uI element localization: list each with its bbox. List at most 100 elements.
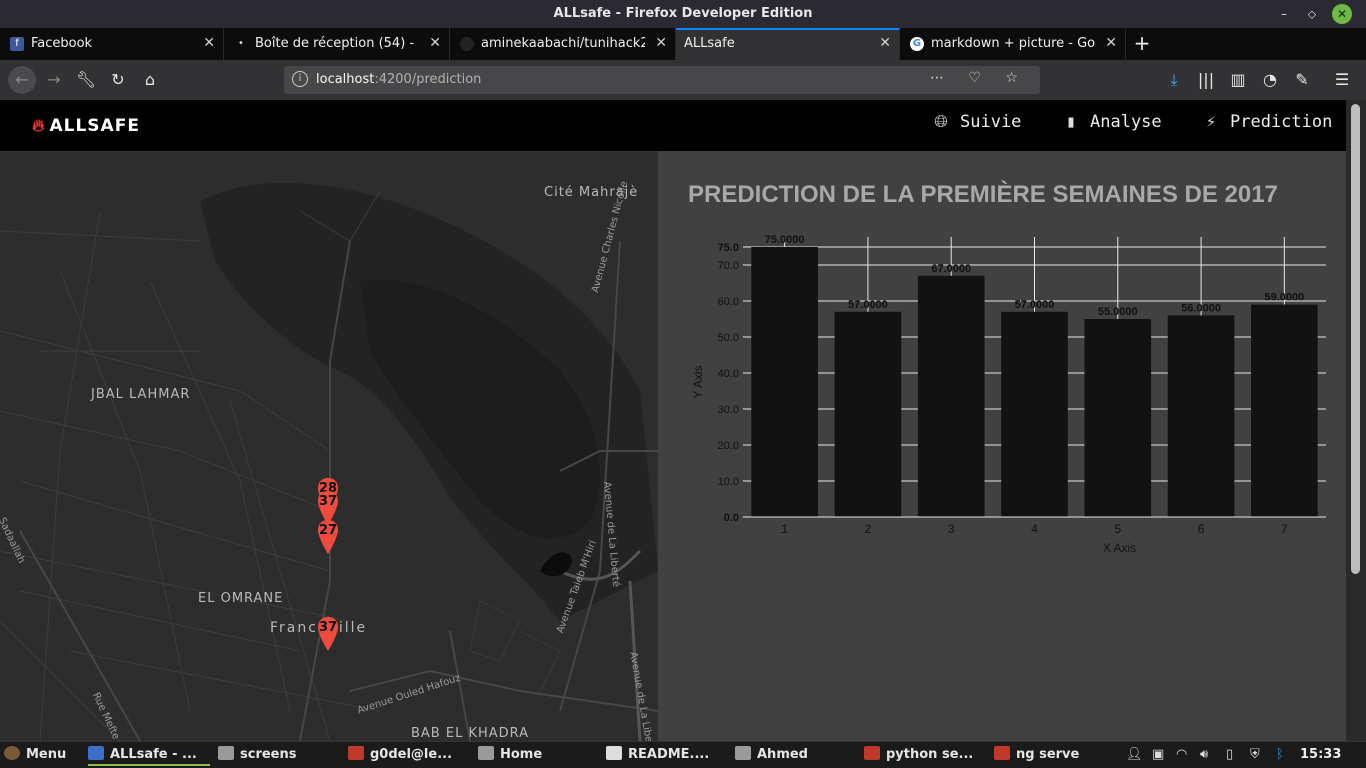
- globe-icon: 🌐︎: [934, 112, 948, 132]
- nav-suivie[interactable]: 🌐︎ Suivie: [930, 112, 1021, 140]
- tab-close-icon[interactable]: ✕: [429, 35, 441, 51]
- prediction-panel: PREDICTION DE LA PREMIÈRE SEMAINES DE 20…: [658, 151, 1346, 741]
- library-icon[interactable]: |||: [1194, 68, 1218, 92]
- bolt-icon: ⚡︎: [1205, 112, 1217, 132]
- chart-bar: [917, 275, 985, 517]
- pen-icon[interactable]: ✎: [1290, 68, 1314, 92]
- tab-close-icon[interactable]: ✕: [879, 35, 891, 51]
- restore-icon[interactable]: ⬦: [1302, 4, 1322, 24]
- close-icon[interactable]: ✕: [1332, 4, 1352, 24]
- info-icon[interactable]: i: [292, 71, 308, 87]
- page-actions-icons[interactable]: ⋯ ♡ ☆: [930, 70, 1028, 86]
- y-tick-label: 0.0: [724, 512, 739, 524]
- folder-icon: [478, 746, 494, 760]
- github-icon: [460, 37, 474, 51]
- map-marker[interactable]: 27: [317, 519, 339, 555]
- tab-label: Facebook: [31, 36, 93, 51]
- nav-prediction[interactable]: ⚡︎ Prediction: [1200, 112, 1332, 140]
- y-tick-label: 50.0: [718, 332, 739, 344]
- chart-bar: [1167, 315, 1235, 517]
- place-label: BAB EL KHADRA: [411, 726, 530, 741]
- tab-inbox[interactable]: • Boîte de réception (54) - amin ✕: [224, 28, 450, 60]
- y-tick-label: 75.0: [718, 242, 739, 254]
- scrollbar-thumb[interactable]: [1351, 104, 1360, 574]
- battery-icon[interactable]: ▯: [1226, 747, 1233, 762]
- terminal-icon: [348, 746, 364, 760]
- terminal-icon: [864, 746, 880, 760]
- x-tick-label: 6: [1198, 522, 1205, 536]
- chart-title: PREDICTION DE LA PREMIÈRE SEMAINES DE 20…: [688, 181, 1278, 208]
- tab-label: ALLsafe: [684, 36, 735, 51]
- taskbar-item[interactable]: README....: [606, 746, 709, 766]
- window-titlebar: ALLsafe - Firefox Developer Edition – ⬦ …: [0, 0, 1366, 28]
- start-menu-button[interactable]: Menu: [4, 746, 66, 766]
- color-picker-icon[interactable]: ◔: [1258, 68, 1282, 92]
- clipboard-icon[interactable]: ▣: [1152, 747, 1164, 762]
- terminal-icon: [994, 746, 1010, 760]
- sidebar-icon[interactable]: ▥: [1226, 68, 1250, 92]
- tab-google[interactable]: G markdown + picture - Google ✕: [900, 28, 1126, 60]
- taskbar-item[interactable]: g0del@le...: [348, 746, 452, 766]
- taskbar-item[interactable]: screens: [218, 746, 296, 766]
- bluetooth-icon[interactable]: ᛒ: [1276, 747, 1284, 762]
- place-label: JBAL LAHMAR: [91, 387, 191, 402]
- bar-data-label: 57.0000: [1015, 299, 1055, 311]
- taskbar-item[interactable]: python se...: [864, 746, 973, 766]
- y-axis-label: Y Axis: [691, 365, 705, 398]
- url-bar[interactable]: i localhost:4200/prediction ⋯ ♡ ☆: [284, 66, 1040, 94]
- shield-icon[interactable]: ⛨: [1250, 747, 1260, 762]
- window-title: ALLsafe - Firefox Developer Edition: [553, 6, 813, 21]
- chart-bar: [1001, 311, 1068, 517]
- user-icon[interactable]: 👤︎: [1126, 747, 1143, 762]
- map-marker[interactable]: 37: [317, 616, 339, 652]
- wifi-icon[interactable]: ◠: [1176, 747, 1187, 762]
- bar-data-label: 56.0000: [1181, 302, 1221, 314]
- page-scrollbar[interactable]: [1346, 100, 1366, 741]
- forward-icon[interactable]: →: [42, 68, 66, 92]
- tab-close-icon[interactable]: ✕: [655, 35, 667, 51]
- x-tick-label: 7: [1281, 522, 1288, 536]
- x-tick-label: 3: [948, 522, 955, 536]
- bar-data-label: 57.0000: [848, 299, 888, 311]
- allsafe-logo[interactable]: 🔥︎ ALLSAFE: [32, 116, 140, 136]
- bar-data-label: 67.0000: [931, 263, 971, 275]
- y-tick-label: 30.0: [718, 404, 739, 416]
- tab-close-icon[interactable]: ✕: [203, 35, 215, 51]
- taskbar-item[interactable]: Home: [478, 746, 542, 766]
- tab-strip: f Facebook ✕ • Boîte de réception (54) -…: [0, 28, 1366, 60]
- reload-icon[interactable]: ↻: [106, 68, 130, 92]
- y-tick-label: 60.0: [718, 296, 739, 308]
- map-view[interactable]: Cité Mahrajè JBAL LAHMAR EL OMRANE Franc…: [0, 151, 658, 741]
- x-tick-label: 2: [865, 522, 872, 536]
- tab-allsafe[interactable]: ALLsafe ✕: [676, 28, 900, 60]
- chart-bar: [1251, 304, 1318, 517]
- flame-icon: 🔥︎: [32, 116, 46, 136]
- back-icon[interactable]: ←: [8, 66, 36, 94]
- tab-label: markdown + picture - Google: [931, 36, 1095, 51]
- firefox-icon: [88, 746, 104, 760]
- minimize-icon[interactable]: –: [1274, 4, 1294, 24]
- hamburger-menu-icon[interactable]: ☰: [1330, 68, 1354, 92]
- skull-icon: [4, 746, 20, 760]
- mail-dot-icon: •: [238, 38, 244, 49]
- nav-analyse[interactable]: ▮ Analyse: [1060, 112, 1162, 140]
- y-tick-label: 20.0: [718, 440, 739, 452]
- tab-close-icon[interactable]: ✕: [1105, 35, 1117, 51]
- folder-icon: [218, 746, 234, 760]
- google-icon: G: [910, 37, 924, 51]
- tab-facebook[interactable]: f Facebook ✕: [0, 28, 224, 60]
- tab-label: Boîte de réception (54) - amin: [255, 36, 419, 51]
- home-icon[interactable]: ⌂: [138, 68, 162, 92]
- taskbar-item[interactable]: Ahmed: [735, 746, 808, 766]
- volume-icon[interactable]: 🔊︎: [1200, 747, 1208, 762]
- taskbar-item[interactable]: ng serve: [994, 746, 1079, 766]
- wrench-icon[interactable]: 🔧︎: [74, 68, 98, 92]
- tab-github[interactable]: aminekaabachi/tunihack2017 ✕: [450, 28, 676, 60]
- bar-chart: 0.0 10.0 20.0 30.0 40.0 50.0 60.0 70.0 75.0 75.00…: [691, 234, 1326, 555]
- taskbar-item[interactable]: ALLsafe - ...: [88, 746, 210, 766]
- tab-label: aminekaabachi/tunihack2017: [481, 36, 645, 51]
- map-tiles: [0, 151, 658, 741]
- download-icon[interactable]: ⤓: [1162, 68, 1186, 92]
- clock: 15:33: [1300, 747, 1342, 762]
- new-tab-button[interactable]: +: [1132, 32, 1152, 56]
